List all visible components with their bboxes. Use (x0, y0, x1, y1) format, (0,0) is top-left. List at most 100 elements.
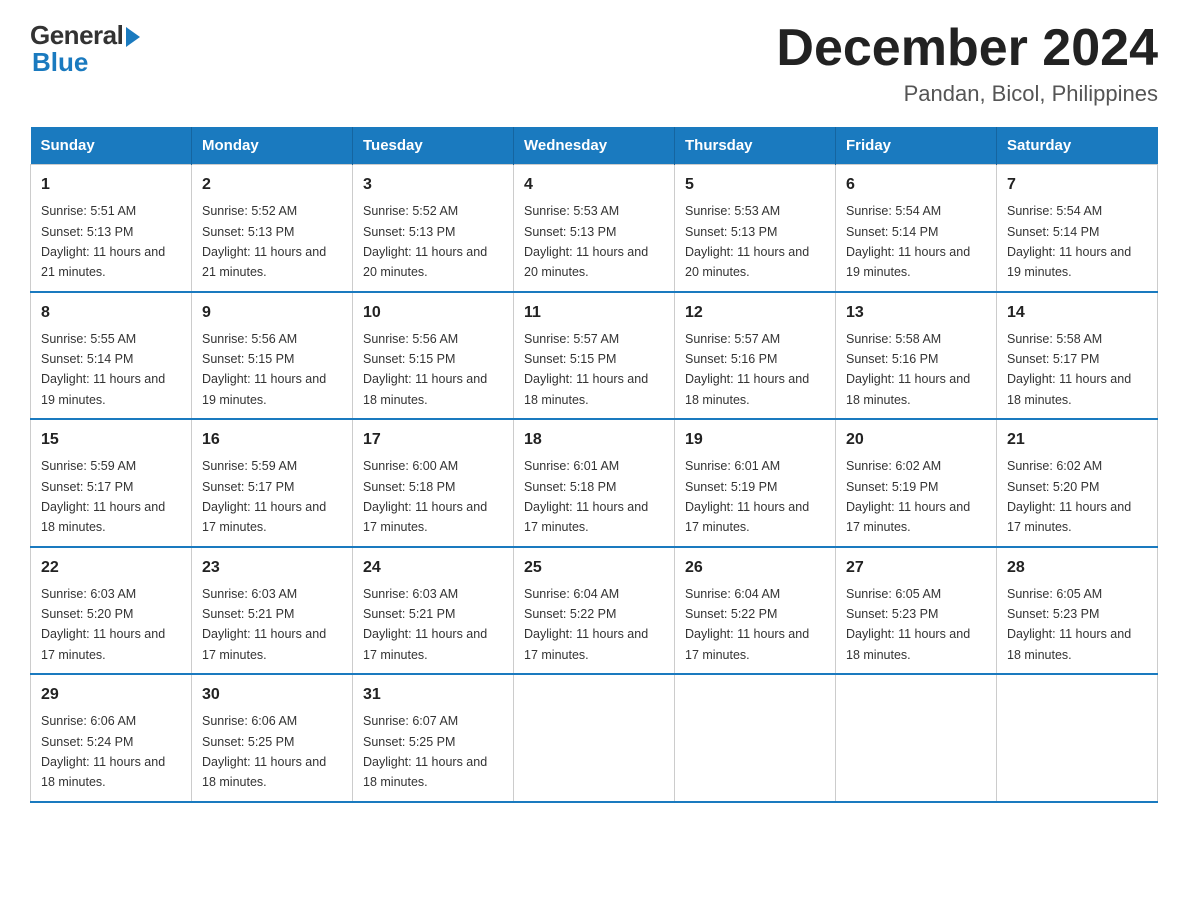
day-number: 12 (685, 301, 825, 325)
day-info: Sunrise: 6:04 AMSunset: 5:22 PMDaylight:… (685, 587, 809, 662)
day-cell: 27 Sunrise: 6:05 AMSunset: 5:23 PMDaylig… (836, 547, 997, 675)
day-info: Sunrise: 5:53 AMSunset: 5:13 PMDaylight:… (685, 204, 809, 279)
week-row-5: 29 Sunrise: 6:06 AMSunset: 5:24 PMDaylig… (31, 674, 1158, 802)
day-number: 2 (202, 173, 342, 197)
day-info: Sunrise: 6:05 AMSunset: 5:23 PMDaylight:… (846, 587, 970, 662)
day-number: 11 (524, 301, 664, 325)
day-number: 9 (202, 301, 342, 325)
header-day-tuesday: Tuesday (353, 127, 514, 165)
title-block: December 2024 Pandan, Bicol, Philippines (776, 20, 1158, 107)
day-info: Sunrise: 6:05 AMSunset: 5:23 PMDaylight:… (1007, 587, 1131, 662)
day-info: Sunrise: 5:52 AMSunset: 5:13 PMDaylight:… (202, 204, 326, 279)
day-info: Sunrise: 6:02 AMSunset: 5:19 PMDaylight:… (846, 459, 970, 534)
day-info: Sunrise: 6:02 AMSunset: 5:20 PMDaylight:… (1007, 459, 1131, 534)
page-title: December 2024 (776, 20, 1158, 77)
day-info: Sunrise: 6:01 AMSunset: 5:18 PMDaylight:… (524, 459, 648, 534)
week-row-1: 1 Sunrise: 5:51 AMSunset: 5:13 PMDayligh… (31, 165, 1158, 292)
day-cell: 18 Sunrise: 6:01 AMSunset: 5:18 PMDaylig… (514, 419, 675, 547)
day-info: Sunrise: 6:03 AMSunset: 5:20 PMDaylight:… (41, 587, 165, 662)
day-cell: 6 Sunrise: 5:54 AMSunset: 5:14 PMDayligh… (836, 165, 997, 292)
day-cell: 13 Sunrise: 5:58 AMSunset: 5:16 PMDaylig… (836, 292, 997, 420)
day-cell (997, 674, 1158, 802)
day-number: 26 (685, 556, 825, 580)
day-number: 19 (685, 428, 825, 452)
header-row: SundayMondayTuesdayWednesdayThursdayFrid… (31, 127, 1158, 165)
day-number: 13 (846, 301, 986, 325)
day-number: 20 (846, 428, 986, 452)
day-number: 31 (363, 683, 503, 707)
day-cell: 25 Sunrise: 6:04 AMSunset: 5:22 PMDaylig… (514, 547, 675, 675)
week-row-3: 15 Sunrise: 5:59 AMSunset: 5:17 PMDaylig… (31, 419, 1158, 547)
header-day-sunday: Sunday (31, 127, 192, 165)
day-cell: 21 Sunrise: 6:02 AMSunset: 5:20 PMDaylig… (997, 419, 1158, 547)
header-day-saturday: Saturday (997, 127, 1158, 165)
day-number: 14 (1007, 301, 1147, 325)
day-info: Sunrise: 5:54 AMSunset: 5:14 PMDaylight:… (846, 204, 970, 279)
day-number: 22 (41, 556, 181, 580)
week-row-4: 22 Sunrise: 6:03 AMSunset: 5:20 PMDaylig… (31, 547, 1158, 675)
day-number: 4 (524, 173, 664, 197)
day-info: Sunrise: 6:00 AMSunset: 5:18 PMDaylight:… (363, 459, 487, 534)
day-cell: 31 Sunrise: 6:07 AMSunset: 5:25 PMDaylig… (353, 674, 514, 802)
day-number: 25 (524, 556, 664, 580)
day-cell (836, 674, 997, 802)
logo-blue-text: Blue (30, 47, 88, 78)
header-day-monday: Monday (192, 127, 353, 165)
day-cell: 7 Sunrise: 5:54 AMSunset: 5:14 PMDayligh… (997, 165, 1158, 292)
day-number: 30 (202, 683, 342, 707)
day-cell: 8 Sunrise: 5:55 AMSunset: 5:14 PMDayligh… (31, 292, 192, 420)
day-cell: 10 Sunrise: 5:56 AMSunset: 5:15 PMDaylig… (353, 292, 514, 420)
day-number: 29 (41, 683, 181, 707)
page-subtitle: Pandan, Bicol, Philippines (776, 81, 1158, 107)
day-number: 17 (363, 428, 503, 452)
day-cell: 15 Sunrise: 5:59 AMSunset: 5:17 PMDaylig… (31, 419, 192, 547)
day-cell: 1 Sunrise: 5:51 AMSunset: 5:13 PMDayligh… (31, 165, 192, 292)
page-header: General Blue December 2024 Pandan, Bicol… (30, 20, 1158, 107)
day-number: 27 (846, 556, 986, 580)
day-number: 5 (685, 173, 825, 197)
logo-arrow-icon (126, 27, 140, 47)
day-info: Sunrise: 6:06 AMSunset: 5:25 PMDaylight:… (202, 714, 326, 789)
day-info: Sunrise: 6:01 AMSunset: 5:19 PMDaylight:… (685, 459, 809, 534)
day-number: 3 (363, 173, 503, 197)
day-info: Sunrise: 6:03 AMSunset: 5:21 PMDaylight:… (363, 587, 487, 662)
day-cell: 16 Sunrise: 5:59 AMSunset: 5:17 PMDaylig… (192, 419, 353, 547)
day-number: 15 (41, 428, 181, 452)
day-cell: 11 Sunrise: 5:57 AMSunset: 5:15 PMDaylig… (514, 292, 675, 420)
day-number: 24 (363, 556, 503, 580)
day-number: 8 (41, 301, 181, 325)
day-cell: 24 Sunrise: 6:03 AMSunset: 5:21 PMDaylig… (353, 547, 514, 675)
calendar-header: SundayMondayTuesdayWednesdayThursdayFrid… (31, 127, 1158, 165)
day-cell: 30 Sunrise: 6:06 AMSunset: 5:25 PMDaylig… (192, 674, 353, 802)
day-number: 10 (363, 301, 503, 325)
day-number: 7 (1007, 173, 1147, 197)
day-info: Sunrise: 5:59 AMSunset: 5:17 PMDaylight:… (202, 459, 326, 534)
header-day-thursday: Thursday (675, 127, 836, 165)
day-cell: 4 Sunrise: 5:53 AMSunset: 5:13 PMDayligh… (514, 165, 675, 292)
day-number: 16 (202, 428, 342, 452)
day-cell: 29 Sunrise: 6:06 AMSunset: 5:24 PMDaylig… (31, 674, 192, 802)
calendar-body: 1 Sunrise: 5:51 AMSunset: 5:13 PMDayligh… (31, 165, 1158, 802)
day-cell (514, 674, 675, 802)
week-row-2: 8 Sunrise: 5:55 AMSunset: 5:14 PMDayligh… (31, 292, 1158, 420)
day-cell: 9 Sunrise: 5:56 AMSunset: 5:15 PMDayligh… (192, 292, 353, 420)
day-number: 18 (524, 428, 664, 452)
day-number: 28 (1007, 556, 1147, 580)
day-info: Sunrise: 5:54 AMSunset: 5:14 PMDaylight:… (1007, 204, 1131, 279)
day-info: Sunrise: 6:04 AMSunset: 5:22 PMDaylight:… (524, 587, 648, 662)
day-info: Sunrise: 5:56 AMSunset: 5:15 PMDaylight:… (202, 332, 326, 407)
logo: General Blue (30, 20, 140, 78)
day-cell: 23 Sunrise: 6:03 AMSunset: 5:21 PMDaylig… (192, 547, 353, 675)
day-cell: 12 Sunrise: 5:57 AMSunset: 5:16 PMDaylig… (675, 292, 836, 420)
day-info: Sunrise: 6:06 AMSunset: 5:24 PMDaylight:… (41, 714, 165, 789)
day-info: Sunrise: 5:57 AMSunset: 5:16 PMDaylight:… (685, 332, 809, 407)
day-info: Sunrise: 5:51 AMSunset: 5:13 PMDaylight:… (41, 204, 165, 279)
day-cell: 3 Sunrise: 5:52 AMSunset: 5:13 PMDayligh… (353, 165, 514, 292)
day-cell: 5 Sunrise: 5:53 AMSunset: 5:13 PMDayligh… (675, 165, 836, 292)
day-info: Sunrise: 5:55 AMSunset: 5:14 PMDaylight:… (41, 332, 165, 407)
day-cell: 20 Sunrise: 6:02 AMSunset: 5:19 PMDaylig… (836, 419, 997, 547)
day-cell: 28 Sunrise: 6:05 AMSunset: 5:23 PMDaylig… (997, 547, 1158, 675)
day-cell: 22 Sunrise: 6:03 AMSunset: 5:20 PMDaylig… (31, 547, 192, 675)
calendar-table: SundayMondayTuesdayWednesdayThursdayFrid… (30, 127, 1158, 803)
day-info: Sunrise: 6:03 AMSunset: 5:21 PMDaylight:… (202, 587, 326, 662)
